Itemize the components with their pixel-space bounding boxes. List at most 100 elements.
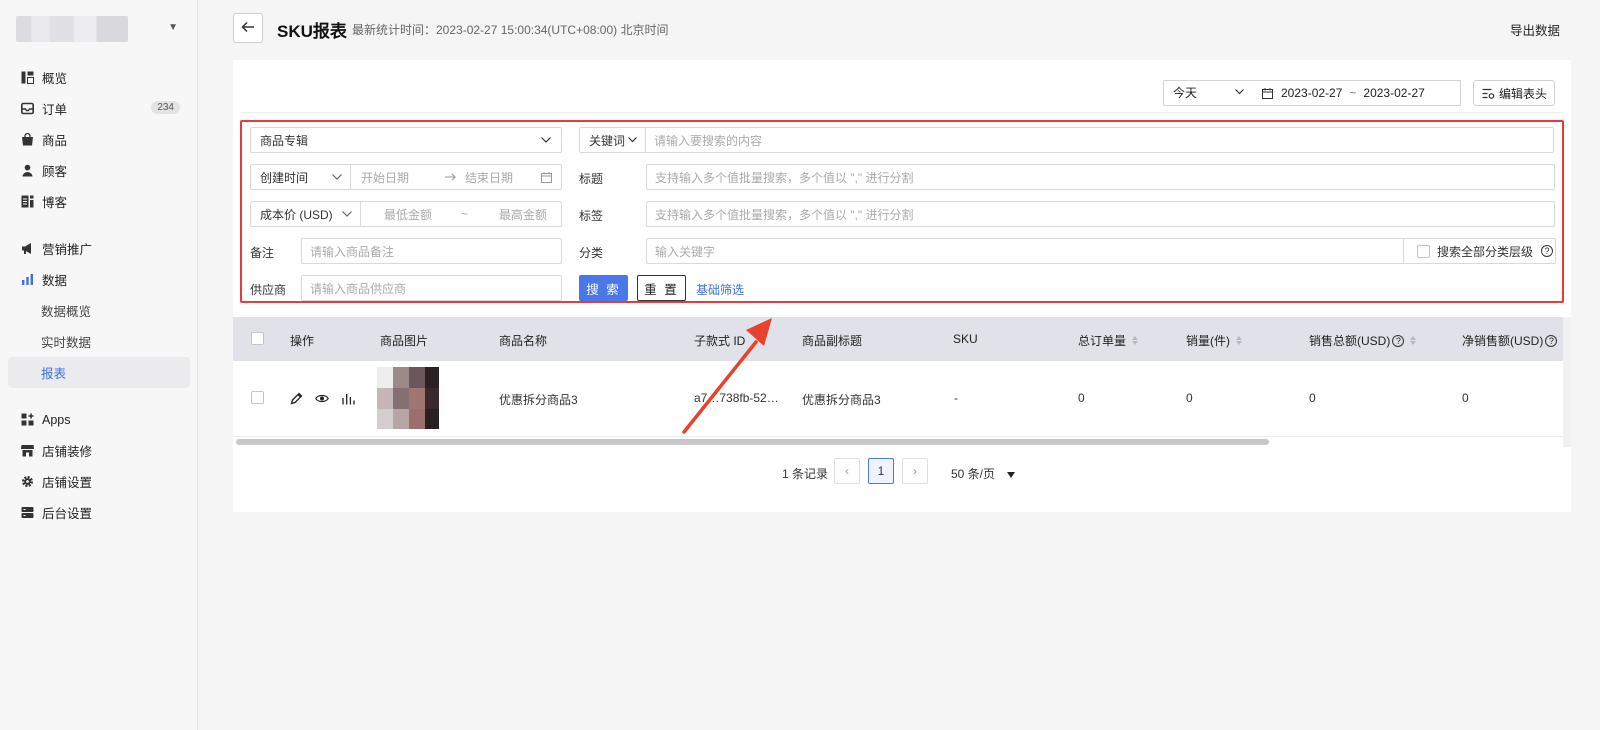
arrow-left-icon: [241, 21, 255, 36]
sidebar-item-products[interactable]: 商品: [8, 124, 190, 155]
cell-sku: -: [954, 391, 958, 405]
keyword-input[interactable]: 请输入要搜索的内容: [645, 127, 1554, 153]
chevron-left-icon: ‹: [845, 464, 849, 478]
sidebar-item-overview[interactable]: 概览: [8, 62, 190, 93]
column-header-net-sales[interactable]: 净销售额(USD)?: [1462, 332, 1558, 349]
sidebar-item-label: 顾客: [42, 165, 68, 179]
calendar-icon: [541, 172, 552, 186]
sidebar-item-blog[interactable]: 博客: [8, 186, 190, 217]
sidebar: ▼ 概览 订单 234 商品 顾客 博客 营销推广 数据 数据概览 实时数据 报…: [0, 0, 198, 730]
cell-product-name[interactable]: 优惠拆分商品3: [499, 391, 578, 408]
view-icon[interactable]: [315, 393, 329, 407]
chevron-right-icon: ›: [913, 464, 917, 478]
tag-label: 标签: [579, 209, 604, 223]
sidebar-item-label: 数据: [42, 274, 68, 288]
sidebar-item-label: 博客: [42, 196, 68, 210]
back-button[interactable]: [233, 13, 263, 43]
category-input[interactable]: 输入关键字 搜索全部分类层级 ?: [646, 238, 1556, 264]
supplier-input[interactable]: 请输入商品供应商: [301, 275, 562, 301]
column-header-sales-total[interactable]: 销售总额(USD)?: [1309, 332, 1417, 349]
edit-columns-button[interactable]: 编辑表头: [1473, 80, 1555, 106]
note-placeholder: 请输入商品备注: [310, 244, 395, 259]
date-separator: ~: [1349, 86, 1357, 100]
cell-sales-total: 0: [1309, 391, 1316, 405]
vertical-scrollbar[interactable]: [1563, 317, 1571, 447]
next-page-button[interactable]: ›: [902, 458, 928, 484]
date-range-picker[interactable]: 2023-02-27 ~ 2023-02-27: [1252, 80, 1461, 106]
sort-icon[interactable]: [1132, 336, 1139, 345]
horizontal-scrollbar[interactable]: [233, 437, 1571, 447]
sidebar-item-data[interactable]: 数据: [8, 264, 190, 295]
select-all-checkbox[interactable]: [251, 332, 264, 345]
max-amount-placeholder: 最高金额: [499, 207, 548, 222]
sort-icon[interactable]: [1410, 336, 1417, 345]
row-checkbox[interactable]: [251, 391, 264, 404]
user-icon: [20, 164, 34, 178]
sidebar-item-label: 订单: [42, 103, 68, 117]
title-input[interactable]: 支持输入多个值批量搜索，多个值以 "," 进行分割: [646, 164, 1555, 190]
export-data-button[interactable]: 导出数据: [1510, 20, 1560, 39]
table-header: 操作 商品图片 商品名称 子款式 ID 商品副标题 SKU 总订单量 销量(件)…: [233, 317, 1571, 361]
cost-price-value: 成本价 (USD): [260, 207, 333, 222]
bar-chart-icon: [20, 273, 34, 287]
sort-icon[interactable]: [1236, 336, 1242, 345]
columns-settings-icon: [1482, 88, 1495, 99]
page-size-select[interactable]: 50 条/页: [951, 465, 1016, 482]
scrollbar-thumb[interactable]: [236, 439, 1269, 445]
sidebar-item-admin-settings[interactable]: 后台设置: [8, 497, 190, 528]
blog-icon: [20, 195, 34, 209]
supplier-placeholder: 请输入商品供应商: [310, 281, 407, 296]
cost-price-select[interactable]: 成本价 (USD): [250, 201, 361, 227]
product-thumbnail[interactable]: [377, 367, 439, 429]
sidebar-item-label: 商品: [42, 134, 68, 148]
cell-total-orders: 0: [1078, 391, 1085, 405]
sidebar-item-store-design[interactable]: 店铺装修: [8, 435, 190, 466]
chevron-down-icon: [342, 211, 352, 217]
help-icon[interactable]: ?: [1545, 334, 1558, 347]
tag-input[interactable]: 支持输入多个值批量搜索，多个值以 "," 进行分割: [646, 201, 1555, 227]
collection-select-value: 商品专辑: [260, 133, 309, 148]
sidebar-item-store-settings[interactable]: 店铺设置: [8, 466, 190, 497]
store-logo: [16, 16, 128, 42]
page-button-current[interactable]: 1: [868, 458, 894, 484]
prev-page-button[interactable]: ‹: [834, 458, 860, 484]
bar-chart-icon[interactable]: [342, 392, 355, 408]
product-image: [377, 367, 439, 429]
amount-range[interactable]: 最低金额 ~ 最高金额: [360, 201, 562, 227]
collection-select[interactable]: 商品专辑: [250, 127, 562, 153]
period-select[interactable]: 今天: [1163, 80, 1253, 106]
sidebar-item-apps[interactable]: Apps: [8, 404, 190, 435]
arrow-right-icon: [445, 171, 457, 185]
note-label: 备注: [250, 246, 275, 260]
help-icon[interactable]: ?: [1392, 334, 1405, 347]
edit-icon[interactable]: [290, 392, 303, 408]
sidebar-item-label: Apps: [42, 412, 71, 427]
sidebar-item-marketing[interactable]: 营销推广: [8, 233, 190, 264]
note-input[interactable]: 请输入商品备注: [301, 238, 562, 264]
sidebar-item-reports[interactable]: 报表: [8, 357, 190, 388]
sidebar-item-realtime-data[interactable]: 实时数据: [8, 326, 190, 357]
help-icon[interactable]: ?: [1541, 245, 1553, 257]
created-date-range[interactable]: 开始日期 结束日期: [350, 164, 562, 190]
category-placeholder: 输入关键字: [655, 244, 716, 259]
sidebar-item-data-overview[interactable]: 数据概览: [8, 295, 190, 326]
basic-filter-link[interactable]: 基础筛选: [696, 281, 744, 298]
created-time-select[interactable]: 创建时间: [250, 164, 351, 190]
column-header-image: 商品图片: [380, 334, 429, 348]
date-start: 2023-02-27: [1281, 86, 1343, 100]
column-header-actions: 操作: [290, 334, 315, 348]
sidebar-item-customers[interactable]: 顾客: [8, 155, 190, 186]
store-switcher[interactable]: ▼: [16, 14, 182, 44]
search-all-levels-checkbox[interactable]: [1417, 245, 1430, 258]
page-title: SKU报表: [277, 22, 347, 41]
search-button[interactable]: 搜 索: [579, 275, 628, 301]
start-date-placeholder: 开始日期: [361, 170, 410, 185]
column-header-sales-qty[interactable]: 销量(件): [1186, 332, 1242, 349]
date-end: 2023-02-27: [1363, 86, 1425, 100]
keyword-type-select[interactable]: 关键词: [579, 127, 646, 153]
column-header-total-orders[interactable]: 总订单量: [1078, 332, 1139, 349]
reset-button[interactable]: 重 置: [637, 275, 686, 301]
sidebar-item-orders[interactable]: 订单 234: [8, 93, 190, 124]
chevron-down-icon[interactable]: ▼: [168, 22, 178, 33]
gear-icon: [20, 475, 34, 489]
